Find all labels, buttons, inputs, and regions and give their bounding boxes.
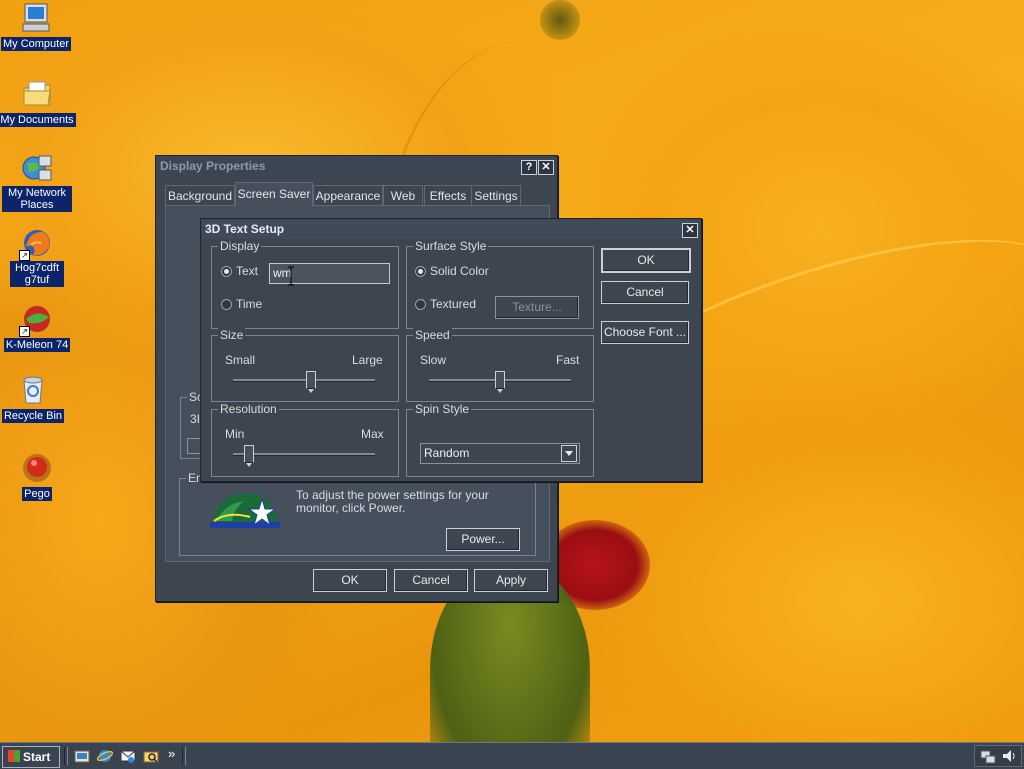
display-group-label: Display [218, 239, 262, 253]
speed-slider-thumb[interactable] [495, 371, 505, 393]
desktop-icon-my-documents[interactable]: My Documents [0, 78, 77, 127]
apply-button[interactable]: Apply [474, 569, 548, 592]
solid-color-label: Solid Color [430, 264, 489, 278]
shortcut-arrow-icon: ↗ [19, 250, 30, 261]
resolution-group: Resolution [211, 402, 399, 477]
texture-button[interactable]: Texture... [495, 296, 579, 319]
desktop-icon-label: My Network Places [2, 186, 72, 212]
folder-icon [21, 78, 53, 110]
text-radio-label: Text [236, 264, 259, 278]
chevron-right-icon[interactable]: » [168, 746, 175, 761]
tab-screen-saver[interactable]: Screen Saver [235, 182, 313, 207]
recycle-bin-icon [17, 374, 49, 406]
dialog-title: 3D Text Setup [205, 222, 285, 236]
window-title: Display Properties [160, 159, 266, 173]
explorer-icon[interactable] [143, 748, 159, 764]
solid-color-radio[interactable] [415, 266, 426, 277]
size-small-label: Small [225, 353, 256, 367]
desktop-icon-label: My Documents [0, 113, 76, 127]
size-slider-thumb[interactable] [305, 371, 316, 393]
resolution-group-label: Resolution [218, 402, 279, 416]
system-tray [974, 745, 1022, 767]
shortcut-arrow-icon: ↗ [19, 326, 30, 337]
wallpaper-shadow [540, 0, 580, 40]
close-button[interactable]: ✕ [538, 160, 554, 175]
computer-icon [20, 2, 52, 34]
size-group: Size [211, 328, 399, 402]
quick-launch-divider [64, 747, 68, 765]
cancel-button[interactable]: Cancel [394, 569, 468, 592]
taskbar: Start » [0, 742, 1024, 769]
text-setup-titlebar[interactable]: 3D Text Setup ✕ [202, 220, 700, 239]
tab-effects[interactable]: Effects [424, 185, 472, 206]
speed-group-label: Speed [413, 328, 452, 342]
network-tray-icon[interactable] [980, 748, 996, 764]
pego-icon [21, 452, 53, 484]
size-group-label: Size [218, 328, 246, 342]
show-desktop-icon[interactable] [74, 748, 90, 764]
surface-style-group-label: Surface Style [413, 239, 489, 253]
power-button[interactable]: Power... [446, 528, 520, 551]
close-button[interactable]: ✕ [682, 223, 698, 238]
firefox-icon: ↗ [19, 227, 53, 261]
choose-font-button[interactable]: Choose Font ... [601, 321, 689, 344]
resolution-slider-track[interactable] [233, 453, 375, 456]
ok-button[interactable]: OK [601, 248, 691, 273]
desktop-icon-recycle-bin[interactable]: Recycle Bin [0, 374, 73, 423]
energy-star-logo [206, 489, 282, 533]
network-places-icon [21, 152, 53, 184]
time-radio[interactable] [221, 299, 232, 310]
desktop-icon-label: Pego [22, 487, 52, 501]
ie-icon[interactable] [96, 748, 114, 764]
tab-background[interactable]: Background [165, 185, 235, 206]
help-button[interactable]: ? [521, 160, 537, 175]
desktop-icon-hog7cdft[interactable]: ↗ Hog7cdft g7tuf [0, 227, 77, 287]
size-large-label: Large [352, 353, 383, 367]
desktop-icon-label: Hog7cdft g7tuf [10, 261, 64, 287]
display-group: Display [211, 239, 399, 329]
screensaver-button-partial [187, 438, 201, 454]
text-setup-dialog: 3D Text Setup ✕ Display Text wm Time Sur… [200, 218, 702, 482]
spin-style-select[interactable]: Random [420, 443, 580, 464]
resolution-slider-thumb[interactable] [243, 445, 254, 467]
screensaver-select-partial[interactable]: 3I [190, 412, 200, 426]
ibeam-cursor-icon [288, 266, 294, 286]
resolution-max-label: Max [361, 427, 384, 441]
spin-style-group-label: Spin Style [413, 402, 472, 416]
kmeleon-icon: ↗ [19, 303, 53, 337]
outlook-icon[interactable] [120, 748, 136, 764]
speed-fast-label: Fast [556, 353, 580, 367]
tab-appearance[interactable]: Appearance [313, 185, 383, 206]
desktop-icon-label: Recycle Bin [1, 409, 65, 423]
tab-web[interactable]: Web [383, 185, 423, 206]
resolution-min-label: Min [225, 427, 245, 441]
desktop-icon-k-meleon[interactable]: ↗ K-Meleon 74 [0, 303, 77, 352]
display-properties-titlebar[interactable]: Display Properties ? ✕ [157, 157, 556, 176]
taskbar-divider [182, 747, 186, 765]
energy-description: To adjust the power settings for your mo… [296, 488, 489, 515]
textured-radio[interactable] [415, 299, 426, 310]
tab-settings[interactable]: Settings [471, 185, 521, 206]
spin-style-value: Random [424, 446, 470, 460]
windows-logo-icon [8, 750, 20, 762]
cancel-button[interactable]: Cancel [601, 281, 689, 304]
start-label: Start [23, 750, 51, 764]
size-slider-track[interactable] [233, 379, 375, 382]
start-button[interactable]: Start [2, 746, 60, 768]
textured-label: Textured [430, 297, 477, 311]
text-radio[interactable] [221, 266, 232, 277]
chevron-down-icon[interactable] [561, 445, 577, 462]
speed-slow-label: Slow [420, 353, 447, 367]
volume-tray-icon[interactable] [1001, 748, 1017, 764]
desktop-icon-label: K-Meleon 74 [3, 338, 71, 352]
desktop-icon-my-computer[interactable]: My Computer [0, 2, 76, 51]
time-radio-label: Time [236, 297, 263, 311]
desktop-icon-my-network-places[interactable]: My Network Places [0, 152, 77, 212]
desktop-icon-pego[interactable]: Pego [0, 452, 77, 501]
ok-button[interactable]: OK [313, 569, 387, 592]
desktop-icon-label: My Computer [0, 37, 72, 51]
